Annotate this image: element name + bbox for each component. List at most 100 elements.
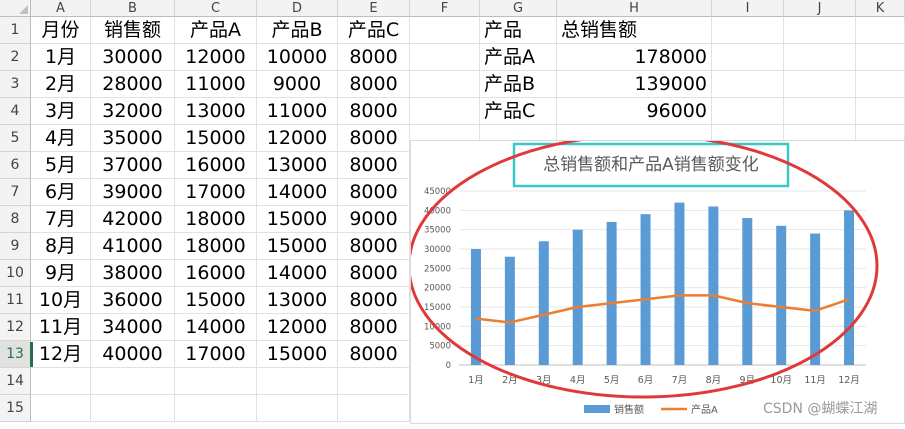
column-header-d[interactable]: D (257, 0, 338, 17)
cell-f2[interactable] (410, 44, 480, 71)
data-cell[interactable]: 6月 (31, 179, 91, 206)
row-header-11[interactable]: 11 (0, 287, 31, 314)
cell-i2[interactable] (712, 44, 784, 71)
data-cell[interactable]: 8000 (338, 287, 410, 314)
cell-a14[interactable] (31, 368, 91, 395)
row-header-2[interactable]: 2 (0, 44, 31, 71)
data-cell[interactable]: 12000 (257, 125, 338, 152)
data-cell[interactable]: 40000 (91, 341, 175, 368)
data-cell[interactable]: 8000 (338, 152, 410, 179)
data-cell[interactable]: 17000 (175, 179, 257, 206)
data-cell[interactable]: 8000 (338, 341, 410, 368)
cell-a15[interactable] (31, 395, 91, 422)
cell-i4[interactable] (712, 98, 784, 125)
cell-b14[interactable] (91, 368, 175, 395)
cell-f1[interactable] (410, 17, 480, 44)
cell-k4[interactable] (856, 98, 905, 125)
data-cell[interactable]: 16000 (175, 152, 257, 179)
row-header-4[interactable]: 4 (0, 98, 31, 125)
data-cell[interactable]: 30000 (91, 44, 175, 71)
row-header-13[interactable]: 13 (0, 341, 31, 368)
row-header-10[interactable]: 10 (0, 260, 31, 287)
cell-k1[interactable] (856, 17, 905, 44)
row-header-9[interactable]: 9 (0, 233, 31, 260)
summary-total-cell[interactable]: 96000 (557, 98, 712, 125)
data-cell[interactable]: 8000 (338, 179, 410, 206)
data-cell[interactable]: 9月 (31, 260, 91, 287)
data-cell[interactable]: 16000 (175, 260, 257, 287)
row-header-1[interactable]: 1 (0, 17, 31, 44)
summary-header-cell[interactable]: 产品 (480, 17, 557, 44)
select-all-corner[interactable] (0, 0, 31, 17)
data-cell[interactable]: 42000 (91, 206, 175, 233)
data-cell[interactable]: 8000 (338, 233, 410, 260)
data-cell[interactable]: 12月 (31, 341, 91, 368)
cell-j1[interactable] (784, 17, 856, 44)
column-header-f[interactable]: F (410, 0, 480, 17)
row-header-3[interactable]: 3 (0, 71, 31, 98)
row-header-6[interactable]: 6 (0, 152, 31, 179)
summary-total-cell[interactable]: 178000 (557, 44, 712, 71)
column-header-j[interactable]: J (784, 0, 856, 17)
combo-chart[interactable]: 总销售额和产品A销售额变化050001000015000200002500030… (410, 140, 905, 424)
cell-k2[interactable] (856, 44, 905, 71)
summary-product-cell[interactable]: 产品B (480, 71, 557, 98)
data-cell[interactable]: 15000 (257, 341, 338, 368)
data-cell[interactable]: 37000 (91, 152, 175, 179)
data-cell[interactable]: 2月 (31, 71, 91, 98)
column-header-a[interactable]: A (31, 0, 91, 17)
data-cell[interactable]: 14000 (257, 260, 338, 287)
data-cell[interactable]: 5月 (31, 152, 91, 179)
summary-product-cell[interactable]: 产品A (480, 44, 557, 71)
data-cell[interactable]: 8000 (338, 98, 410, 125)
data-cell[interactable]: 10月 (31, 287, 91, 314)
row-header-15[interactable]: 15 (0, 395, 31, 422)
data-cell[interactable]: 9000 (257, 71, 338, 98)
column-header-h[interactable]: H (557, 0, 712, 17)
data-cell[interactable]: 8000 (338, 314, 410, 341)
data-cell[interactable]: 39000 (91, 179, 175, 206)
cell-c14[interactable] (175, 368, 257, 395)
summary-header-cell[interactable]: 总销售额 (557, 17, 712, 44)
data-cell[interactable]: 7月 (31, 206, 91, 233)
data-cell[interactable]: 13000 (175, 98, 257, 125)
data-cell[interactable]: 8月 (31, 233, 91, 260)
column-header-c[interactable]: C (175, 0, 257, 17)
data-cell[interactable]: 18000 (175, 206, 257, 233)
summary-product-cell[interactable]: 产品C (480, 98, 557, 125)
cell-j3[interactable] (784, 71, 856, 98)
data-cell[interactable]: 14000 (175, 314, 257, 341)
header-cell[interactable]: 产品C (338, 17, 410, 44)
cell-i3[interactable] (712, 71, 784, 98)
row-header-12[interactable]: 12 (0, 314, 31, 341)
cell-c15[interactable] (175, 395, 257, 422)
header-cell[interactable]: 月份 (31, 17, 91, 44)
data-cell[interactable]: 3月 (31, 98, 91, 125)
column-header-b[interactable]: B (91, 0, 175, 17)
data-cell[interactable]: 35000 (91, 125, 175, 152)
data-cell[interactable]: 32000 (91, 98, 175, 125)
column-header-e[interactable]: E (338, 0, 410, 17)
cell-f3[interactable] (410, 71, 480, 98)
cell-b15[interactable] (91, 395, 175, 422)
row-header-8[interactable]: 8 (0, 206, 31, 233)
data-cell[interactable]: 13000 (257, 287, 338, 314)
data-cell[interactable]: 15000 (175, 125, 257, 152)
data-cell[interactable]: 12000 (257, 314, 338, 341)
data-cell[interactable]: 15000 (257, 233, 338, 260)
data-cell[interactable]: 4月 (31, 125, 91, 152)
row-header-5[interactable]: 5 (0, 125, 31, 152)
cell-e15[interactable] (338, 395, 410, 422)
data-cell[interactable]: 36000 (91, 287, 175, 314)
cell-j4[interactable] (784, 98, 856, 125)
summary-total-cell[interactable]: 139000 (557, 71, 712, 98)
header-cell[interactable]: 销售额 (91, 17, 175, 44)
cell-f4[interactable] (410, 98, 480, 125)
data-cell[interactable]: 15000 (257, 206, 338, 233)
data-cell[interactable]: 34000 (91, 314, 175, 341)
data-cell[interactable]: 11000 (175, 71, 257, 98)
column-header-g[interactable]: G (480, 0, 557, 17)
data-cell[interactable]: 1月 (31, 44, 91, 71)
data-cell[interactable]: 15000 (175, 287, 257, 314)
data-cell[interactable]: 18000 (175, 233, 257, 260)
